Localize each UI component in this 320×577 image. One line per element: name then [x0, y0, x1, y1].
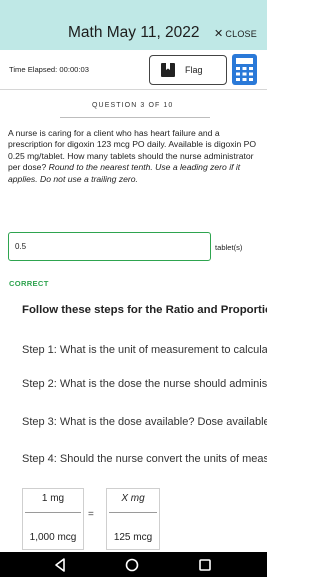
ratio-left: 1 mg 1,000 mcg: [22, 488, 84, 550]
step-4: Step 4: Should the nurse convert the uni…: [22, 453, 267, 465]
close-button[interactable]: ✕ CLOSE: [214, 27, 257, 40]
system-nav-bar: [0, 552, 267, 577]
ratio-left-denominator: 1,000 mcg: [29, 532, 77, 543]
flag-button[interactable]: Flag: [149, 55, 227, 85]
back-icon[interactable]: [52, 557, 68, 573]
steps-heading: Follow these steps for the Ratio and Pro…: [22, 304, 267, 316]
flag-label: Flag: [185, 65, 203, 75]
bookmark-icon: [161, 63, 175, 77]
time-elapsed: Time Elapsed: 00:00:03: [9, 65, 89, 74]
home-icon[interactable]: [124, 557, 140, 573]
answer-input[interactable]: 0.5: [8, 232, 211, 261]
ratio-right: X mg 125 mcg: [106, 488, 160, 550]
ratio-proportion: 1 mg 1,000 mcg = X mg 125 mcg: [22, 488, 267, 552]
step-2: Step 2: What is the dose the nurse shoul…: [22, 378, 267, 390]
toolbar: Time Elapsed: 00:00:03 Flag: [0, 50, 267, 90]
ratio-right-numerator: X mg: [121, 493, 145, 504]
status-badge: CORRECT: [9, 279, 49, 288]
page-title: Math May 11, 2022: [68, 24, 200, 41]
recents-icon[interactable]: [197, 557, 213, 573]
question-text: A nurse is caring for a client who has h…: [8, 128, 260, 185]
question-progress: QUESTION 3 OF 10: [92, 102, 174, 109]
fraction-bar: [25, 512, 81, 513]
app-header: Math May 11, 2022 ✕ CLOSE: [0, 0, 267, 50]
elapsed-value: 00:00:03: [59, 65, 89, 74]
equals-sign: =: [88, 509, 94, 520]
close-icon: ✕: [214, 28, 224, 40]
divider: [60, 117, 210, 118]
ratio-right-denominator: 125 mcg: [113, 532, 153, 543]
calculator-button[interactable]: [232, 54, 257, 85]
step-3: Step 3: What is the dose available? Dose…: [22, 416, 267, 428]
answer-value: 0.5: [15, 242, 27, 251]
calculator-icon: [236, 58, 253, 81]
step-1: Step 1: What is the unit of measurement …: [22, 344, 267, 356]
elapsed-label: Time Elapsed:: [9, 65, 58, 74]
ratio-left-numerator: 1 mg: [41, 493, 65, 504]
fraction-bar: [109, 512, 157, 513]
close-label: CLOSE: [225, 29, 257, 39]
answer-unit: tablet(s): [215, 243, 243, 252]
